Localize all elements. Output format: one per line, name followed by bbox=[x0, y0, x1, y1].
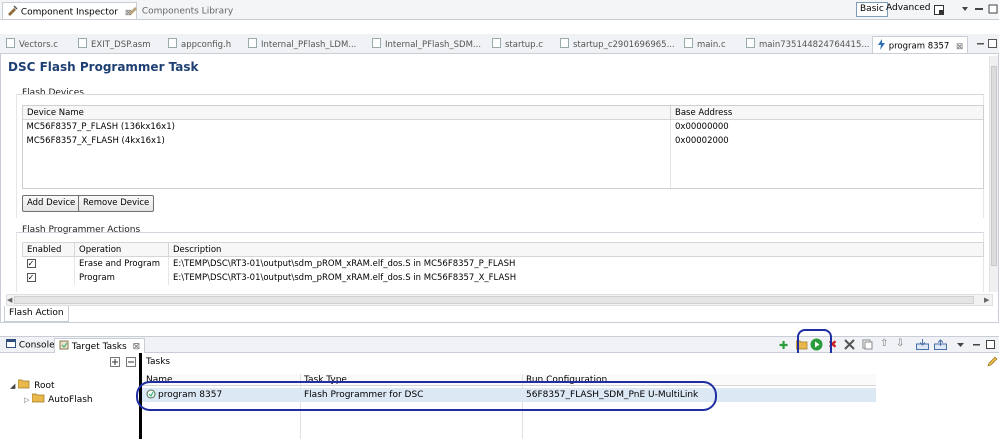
enabled-checkbox[interactable]: ✓ bbox=[26, 272, 36, 282]
column-header[interactable]: Enabled bbox=[22, 242, 75, 257]
export-icon[interactable] bbox=[934, 339, 947, 353]
tab-components-library-label: Components Library bbox=[141, 6, 234, 17]
scroll-thumb[interactable] bbox=[991, 66, 997, 266]
editor-maximize-icon[interactable] bbox=[988, 39, 997, 51]
table-row[interactable]: ✓ Erase and Program E:\TEMP\DSC\RT3-01\o… bbox=[22, 256, 984, 271]
column-header[interactable]: Description bbox=[168, 242, 984, 257]
editor-tab-bar: Vectors.c EXIT_DSP.asm appconfig.h Inter… bbox=[0, 34, 999, 54]
annotation-task-highlight bbox=[136, 381, 717, 411]
editor-minimize-icon[interactable] bbox=[976, 39, 985, 51]
c-file-icon bbox=[684, 38, 693, 48]
target-tasks-icon bbox=[59, 340, 69, 353]
minimize-icon[interactable] bbox=[974, 4, 984, 17]
file-icon bbox=[372, 38, 381, 48]
add-device-button[interactable]: Add Device bbox=[22, 195, 81, 212]
file-icon bbox=[560, 38, 569, 48]
task-tree: ◢ Root ▷ AutoFlash bbox=[0, 353, 140, 439]
editor-tab-active[interactable]: program 8357 ⊠ bbox=[872, 36, 969, 53]
tasks-label: Tasks bbox=[146, 357, 171, 367]
tools-icon[interactable] bbox=[844, 339, 855, 353]
editor-tab[interactable]: appconfig.h bbox=[164, 36, 235, 53]
expanded-arrow-icon[interactable]: ◢ bbox=[10, 382, 15, 390]
toggle-view-icon[interactable] bbox=[934, 5, 944, 18]
components-library-icon bbox=[128, 4, 139, 18]
file-icon bbox=[746, 38, 755, 48]
editor-tab[interactable]: main735144824764415... bbox=[742, 36, 873, 53]
basic-mode-button[interactable]: Basic bbox=[856, 2, 888, 17]
tab-component-inspector-label: Component Inspector bbox=[20, 7, 118, 18]
operation-cell: Program bbox=[74, 270, 169, 285]
close-icon[interactable]: ⊠ bbox=[956, 42, 963, 52]
actions-table: Enabled Operation Description ✓ Erase an… bbox=[22, 242, 984, 285]
import-icon[interactable] bbox=[916, 339, 929, 353]
scroll-right-icon[interactable]: ▶ bbox=[984, 296, 989, 304]
close-icon[interactable]: ⊠ bbox=[133, 342, 141, 352]
description-cell: E:\TEMP\DSC\RT3-01\output\sdm_pROM_xRAM.… bbox=[168, 256, 984, 271]
blank-strip bbox=[0, 20, 999, 34]
collapsed-arrow-icon[interactable]: ▷ bbox=[24, 396, 29, 404]
enabled-checkbox[interactable]: ✓ bbox=[26, 258, 36, 268]
tab-console[interactable]: Console bbox=[2, 338, 59, 353]
expand-all-icon[interactable] bbox=[110, 357, 120, 370]
editor-tab[interactable]: Internal_PFlash_LDM... bbox=[244, 36, 360, 53]
copy-icon[interactable] bbox=[862, 339, 873, 353]
editor-tab[interactable]: EXIT_DSP.asm bbox=[74, 36, 155, 53]
file-icon bbox=[6, 38, 15, 48]
tab-flash-action[interactable]: Flash Action bbox=[4, 306, 69, 322]
view-tab-bar: Component Inspector ⊠ Components Library… bbox=[0, 0, 999, 20]
tab-target-tasks[interactable]: Target Tasks ⊠ bbox=[54, 338, 146, 353]
editor-tab[interactable]: startup_c2901696965... bbox=[556, 36, 679, 53]
operation-cell: Erase and Program bbox=[74, 256, 169, 271]
tree-item-root[interactable]: ◢ Root bbox=[10, 379, 55, 392]
minimize-icon[interactable] bbox=[972, 340, 981, 352]
tab-component-inspector[interactable]: Component Inspector ⊠ bbox=[2, 2, 137, 19]
view-menu-icon[interactable] bbox=[956, 340, 965, 352]
page-title: DSC Flash Programmer Task bbox=[8, 60, 199, 74]
horizontal-scroll-thumb[interactable] bbox=[14, 296, 974, 304]
file-icon bbox=[248, 38, 257, 48]
description-cell: E:\TEMP\DSC\RT3-01\output\sdm_pROM_xRAM.… bbox=[168, 270, 984, 285]
add-task-icon[interactable]: ✚ bbox=[779, 339, 788, 352]
lightning-icon bbox=[877, 39, 886, 53]
collapse-all-icon[interactable] bbox=[126, 357, 136, 370]
move-up-icon[interactable]: ⇧ bbox=[880, 338, 888, 349]
maximize-icon[interactable] bbox=[988, 4, 998, 17]
maximize-icon[interactable] bbox=[986, 340, 995, 352]
folder-icon bbox=[31, 393, 45, 406]
editor-tab[interactable]: Internal_PFlash_SDM... bbox=[368, 36, 485, 53]
console-icon bbox=[6, 339, 16, 351]
vertical-scrollbar[interactable] bbox=[989, 56, 998, 292]
editor-tab[interactable]: startup.c bbox=[488, 36, 547, 53]
scroll-left-icon[interactable]: ◀ bbox=[7, 296, 12, 304]
edit-pencil-icon[interactable] bbox=[987, 356, 998, 370]
remove-device-button[interactable]: Remove Device bbox=[78, 195, 155, 212]
tab-components-library[interactable]: Components Library bbox=[124, 2, 237, 19]
file-icon bbox=[168, 38, 177, 48]
editor-tab[interactable]: Vectors.c bbox=[2, 36, 62, 53]
view-menu-icon[interactable] bbox=[960, 4, 970, 17]
advanced-mode-button[interactable]: Advanced bbox=[886, 3, 930, 13]
bottom-tab-bar: Console Target Tasks ⊠ ✚ ✖ ⇧ ⇩ bbox=[0, 336, 999, 353]
separator bbox=[0, 322, 999, 336]
file-icon bbox=[78, 38, 87, 48]
folder-open-icon bbox=[17, 379, 31, 392]
move-down-icon[interactable]: ⇩ bbox=[896, 338, 904, 349]
column-header[interactable]: Operation bbox=[74, 242, 169, 257]
component-inspector-icon bbox=[7, 5, 18, 19]
table-row[interactable]: ✓ Program E:\TEMP\DSC\RT3-01\output\sdm_… bbox=[22, 270, 984, 285]
devices-table-border bbox=[22, 105, 984, 189]
editor-tab[interactable]: main.c bbox=[680, 36, 730, 53]
tree-item-autoflash[interactable]: ▷ AutoFlash bbox=[24, 393, 93, 406]
c-file-icon bbox=[492, 38, 501, 48]
